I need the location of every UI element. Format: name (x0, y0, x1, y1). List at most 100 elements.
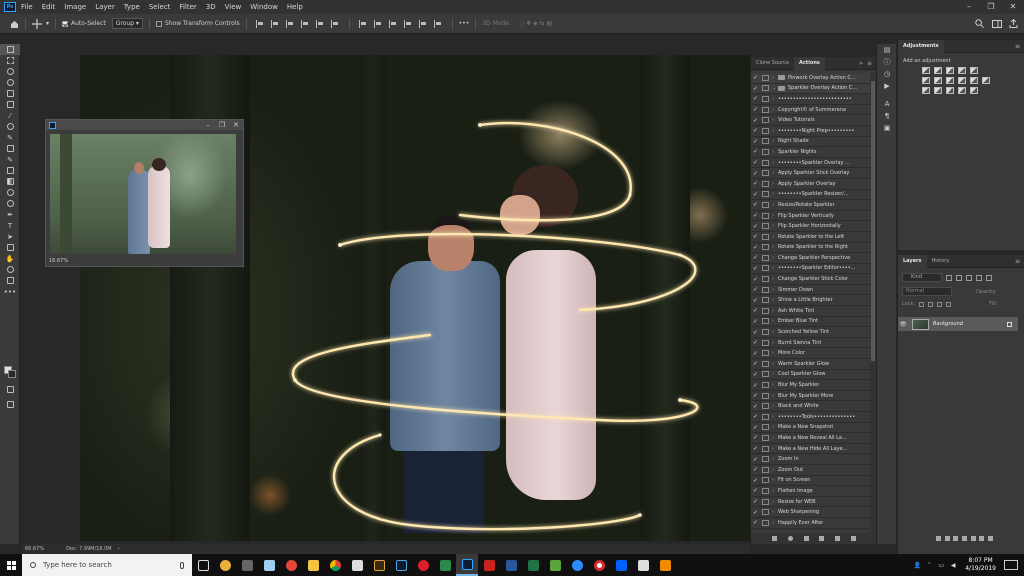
menu-window[interactable]: Window (250, 3, 278, 11)
posterize-icon[interactable] (934, 87, 942, 94)
toggle-check-icon[interactable]: ✓ (751, 117, 760, 124)
black-white-icon[interactable] (946, 77, 954, 84)
taskbar-app-file-explorer[interactable] (302, 554, 324, 576)
toggle-check-icon[interactable]: ✓ (751, 434, 760, 441)
selective-color-icon[interactable] (970, 87, 978, 94)
marquee-tool[interactable] (0, 55, 20, 66)
background-color-swatch[interactable] (8, 370, 16, 378)
taskbar-app-maps[interactable] (434, 554, 456, 576)
action-row[interactable]: ✓ › Simmer Down (751, 285, 871, 296)
toggle-check-icon[interactable]: ✓ (751, 392, 760, 399)
dialog-toggle-icon[interactable] (762, 244, 769, 251)
action-row[interactable]: ✓ › Flip Sparkler Horizontally (751, 221, 871, 232)
trash-icon[interactable] (988, 536, 994, 541)
dialog-toggle-icon[interactable] (762, 318, 769, 325)
dialog-toggle-icon[interactable] (762, 191, 769, 198)
history-brush-tool[interactable]: ✎ (0, 154, 20, 165)
home-icon[interactable] (10, 20, 19, 28)
stop-icon[interactable] (772, 536, 778, 541)
auto-select-checkbox[interactable]: Auto-Select (62, 20, 106, 27)
lock-icon[interactable] (1007, 321, 1012, 327)
align-center-icon[interactable] (270, 19, 280, 28)
character-icon[interactable]: A (877, 98, 897, 110)
align-bottom-icon[interactable] (330, 19, 340, 28)
action-row[interactable]: ✓ › Ash White Tint (751, 306, 871, 317)
toggle-check-icon[interactable]: ✓ (751, 201, 760, 208)
toggle-check-icon[interactable]: ✓ (751, 360, 760, 367)
new-set-icon[interactable] (819, 536, 825, 541)
path-select-tool[interactable]: ➤ (0, 231, 20, 242)
toggle-check-icon[interactable]: ✓ (751, 445, 760, 452)
action-row[interactable]: ✓ › Make a New Snapshot (751, 423, 871, 434)
taskbar-app-store[interactable] (346, 554, 368, 576)
history-icon[interactable]: ◷ (877, 68, 897, 80)
dialog-toggle-icon[interactable] (762, 276, 769, 283)
action-row[interactable]: ✓ › Night Shade (751, 137, 871, 148)
dialog-toggle-icon[interactable] (762, 329, 769, 336)
distribute-left-icon[interactable] (403, 19, 413, 28)
action-row[interactable]: ✓ › Rotate Sparkler to the Left (751, 232, 871, 243)
toggle-check-icon[interactable]: ✓ (751, 519, 760, 526)
dialog-toggle-icon[interactable] (762, 297, 769, 304)
action-row[interactable]: ✓ › Black and White (751, 401, 871, 412)
dialog-toggle-icon[interactable] (762, 382, 769, 389)
lock-all-icon[interactable] (946, 301, 952, 307)
dialog-toggle-icon[interactable] (762, 233, 769, 240)
eraser-tool[interactable] (0, 165, 20, 176)
toggle-check-icon[interactable]: ✓ (751, 212, 760, 219)
checkbox-checked-icon[interactable] (62, 20, 69, 27)
distribute-right-icon[interactable] (433, 19, 443, 28)
people-icon[interactable]: 👤 (911, 562, 923, 569)
dialog-toggle-icon[interactable] (762, 487, 769, 494)
toggle-check-icon[interactable]: ✓ (751, 170, 760, 177)
action-row[interactable]: ✓ › Blur My Sparkler (751, 380, 871, 391)
photo-filter-icon[interactable] (958, 77, 966, 84)
taskbar-app-word[interactable] (500, 554, 522, 576)
chevron-down-icon[interactable]: ▾ (46, 20, 49, 27)
zoom-level[interactable]: 66.67% (25, 546, 44, 552)
toggle-check-icon[interactable]: ✓ (751, 487, 760, 494)
toggle-check-icon[interactable]: ✓ (751, 403, 760, 410)
action-row[interactable]: ✓ › Resize/Rotate Sparkler (751, 200, 871, 211)
dialog-toggle-icon[interactable] (762, 180, 769, 187)
task-view-button[interactable] (192, 554, 214, 576)
menu-filter[interactable]: Filter (179, 3, 196, 11)
taskbar-app-tablet[interactable] (632, 554, 654, 576)
action-row[interactable]: ✓ › Rotate Sparkler to the Right (751, 243, 871, 254)
taskbar-app-acrobat[interactable] (478, 554, 500, 576)
action-row[interactable]: ✓ › Burnt Sienna Tint (751, 338, 871, 349)
frame-tool[interactable] (0, 99, 20, 110)
action-row[interactable]: ✓ › Blur My Sparkler More (751, 391, 871, 402)
toggle-check-icon[interactable]: ✓ (751, 297, 760, 304)
toggle-check-icon[interactable]: ✓ (751, 223, 760, 230)
taskbar-app-excel[interactable] (522, 554, 544, 576)
panel-menu-icon[interactable]: ≡ (1015, 43, 1020, 50)
action-row[interactable]: ✓ › More Color (751, 348, 871, 360)
taskbar-app-chrome[interactable] (324, 554, 346, 576)
align-top-icon[interactable] (300, 19, 310, 28)
taskbar-app-bridge[interactable] (368, 554, 390, 576)
pen-tool[interactable]: ✒ (0, 209, 20, 220)
taskbar-app-lightroom[interactable] (390, 554, 412, 576)
tab-adjustments[interactable]: Adjustments (898, 39, 944, 53)
taskbar-app-calculator[interactable] (236, 554, 258, 576)
new-group-icon[interactable] (970, 536, 976, 541)
filter-pixel-icon[interactable] (946, 274, 952, 281)
toggle-check-icon[interactable]: ✓ (751, 477, 760, 484)
more-tools[interactable]: ••• (0, 286, 20, 297)
toggle-check-icon[interactable]: ✓ (751, 509, 760, 516)
action-row[interactable]: ✓ › Resize for WEB (751, 497, 871, 508)
toggle-check-icon[interactable]: ✓ (751, 127, 760, 134)
action-row[interactable]: ✓ › Flip Sparkler Vertically (751, 211, 871, 222)
more-options-icon[interactable]: ••• (459, 20, 470, 27)
action-row[interactable]: ✓ › Web Sharpening (751, 507, 871, 518)
menu-select[interactable]: Select (149, 3, 171, 11)
taskbar-app-camtasia[interactable] (544, 554, 566, 576)
lock-artboard-icon[interactable] (937, 301, 943, 307)
menu-edit[interactable]: Edit (42, 3, 56, 11)
action-row[interactable]: ✓ › Shine a Little Brighter (751, 295, 871, 307)
fx-icon[interactable] (944, 536, 950, 541)
action-set-row[interactable]: ✓ ⌄ Sparkler Overlay Action C... (751, 83, 871, 95)
close-button[interactable]: ✕ (229, 120, 243, 130)
clone-stamp-tool[interactable] (0, 143, 20, 154)
